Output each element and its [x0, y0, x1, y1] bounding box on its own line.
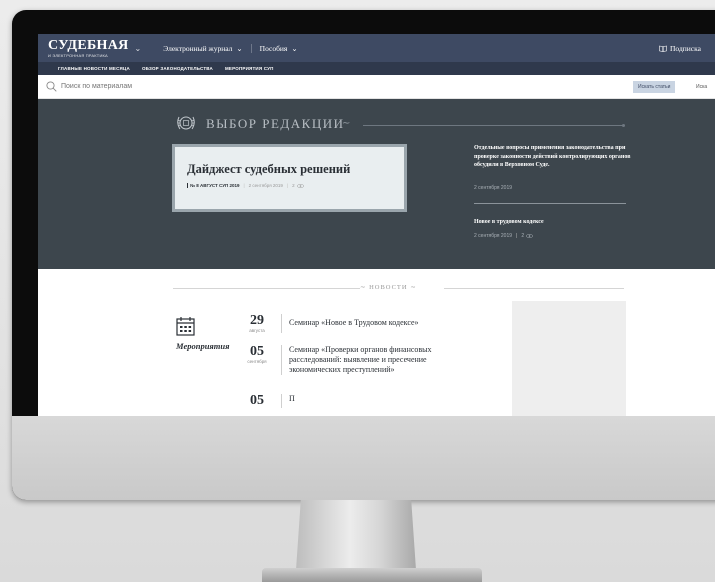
menu-item-label: Электронный журнал — [163, 43, 233, 53]
event-item[interactable]: 05 сентября Семинар «Проверки органов фи… — [240, 345, 479, 375]
nav-item-events[interactable]: МЕРОПРИЯТИЯ СУП — [225, 66, 274, 71]
search-articles-button[interactable]: Искать статьи — [633, 81, 676, 93]
event-divider — [281, 345, 282, 375]
event-item[interactable]: 29 августа Семинар «Новое в Трудовом код… — [240, 314, 479, 333]
editors-article-meta: 2 сентября 2019 | 2 — [474, 233, 534, 239]
event-month: августа — [249, 328, 265, 333]
title-divider — [363, 123, 625, 127]
menu-item-label: Пособия — [259, 43, 288, 53]
editors-article-date: 2 сентября 2019 — [474, 185, 513, 191]
nav-item-legislation-review[interactable]: ОБЗОР ЗАКОНОДАТЕЛЬСТВА — [142, 66, 213, 71]
book-icon — [659, 45, 667, 52]
chevron-down-icon: ⌄ — [291, 43, 298, 53]
ad-placeholder — [512, 301, 626, 416]
event-day: 05 — [250, 393, 264, 408]
article-views: 2 — [521, 233, 525, 239]
editors-article-title[interactable]: Отдельные вопросы применения законодател… — [474, 144, 632, 170]
subscribe-link[interactable]: Подписка — [659, 44, 701, 53]
chevron-down-icon[interactable]: ⌄ — [135, 44, 142, 53]
menu-item-manuals[interactable]: Пособия ⌄ — [250, 43, 306, 53]
event-date: 05 — [240, 394, 274, 408]
event-month: сентября — [247, 359, 267, 364]
card-views: 2 — [292, 183, 295, 188]
news-title: ∼ НОВОСТИ ∼ — [360, 284, 417, 291]
top-menu: Электронный журнал ⌄ Пособия ⌄ — [155, 43, 306, 53]
event-day: 05 — [250, 344, 264, 359]
event-divider — [281, 394, 282, 408]
event-title[interactable]: П — [289, 394, 479, 408]
section-divider — [444, 288, 624, 289]
featured-card[interactable]: Дайджест судебных решений № 8 АВГУСТ СУП… — [172, 144, 407, 212]
event-date: 05 сентября — [240, 345, 274, 375]
monitor-base — [262, 568, 482, 582]
main-nav: ГЛАВНЫЕ НОВОСТИ МЕСЯЦА ОБЗОР ЗАКОНОДАТЕЛ… — [38, 62, 715, 75]
event-date: 29 августа — [240, 313, 274, 334]
decorative-squiggle: ∼ — [342, 118, 351, 129]
editors-choice-title: ВЫБОР РЕДАКЦИИ — [206, 116, 345, 131]
eye-icon — [296, 183, 304, 188]
site-header: СУДЕБНАЯ И ЭЛЕКТРОННАЯ ПРАКТИКА ⌄ Электр… — [38, 34, 715, 62]
featured-card-title[interactable]: Дайджест судебных решений — [187, 162, 350, 177]
search-input[interactable] — [61, 83, 361, 90]
search-bar: Искать статьи Иска — [38, 75, 715, 99]
chevron-down-icon: ⌄ — [236, 43, 243, 53]
event-title[interactable]: Семинар «Проверки органов финансовых рас… — [289, 345, 479, 375]
subscribe-label: Подписка — [670, 43, 701, 53]
event-title[interactable]: Семинар «Новое в Трудовом кодексе» — [289, 314, 479, 333]
site-logo[interactable]: СУДЕБНАЯ И ЭЛЕКТРОННАЯ ПРАКТИКА — [48, 37, 129, 58]
event-day: 29 — [250, 313, 264, 328]
card-date: 2 сентября 2019 — [248, 183, 283, 188]
featured-card-meta: № 8 АВГУСТ СУП 2019 | 2 сентября 2019 | … — [187, 183, 304, 188]
meta-separator: | — [243, 183, 245, 188]
issue-badge: № 8 АВГУСТ СУП 2019 — [187, 183, 240, 188]
menu-item-journal[interactable]: Электронный журнал ⌄ — [155, 44, 250, 53]
monitor-chin — [12, 416, 715, 500]
event-item[interactable]: 05 П — [240, 394, 479, 408]
editors-choice-section: ВЫБОР РЕДАКЦИИ ∼ Дайджест судебных решен… — [38, 99, 715, 269]
screen: СУДЕБНАЯ И ЭЛЕКТРОННАЯ ПРАКТИКА ⌄ Электр… — [38, 34, 715, 416]
monitor-stand — [296, 500, 416, 570]
article-divider — [474, 203, 626, 204]
eye-icon — [526, 234, 534, 238]
editors-article-date: 2 сентября 2019 — [474, 233, 513, 239]
news-section: ∼ НОВОСТИ ∼ Мероприятия 29 августа Семин… — [38, 269, 715, 416]
editors-article-title[interactable]: Новое в трудовом кодексе — [474, 219, 544, 225]
search-secondary-button[interactable]: Иска — [696, 84, 707, 90]
logo-sub-text: И ЭЛЕКТРОННАЯ ПРАКТИКА — [48, 52, 108, 58]
events-label[interactable]: Мероприятия — [176, 341, 230, 351]
meta-separator: | — [286, 183, 289, 188]
laurel-emblem-icon — [177, 116, 195, 130]
calendar-icon — [176, 317, 195, 336]
section-divider — [173, 288, 360, 289]
nav-item-main-news[interactable]: ГЛАВНЫЕ НОВОСТИ МЕСЯЦА — [58, 66, 130, 71]
event-divider — [281, 314, 282, 333]
meta-separator: | — [516, 233, 518, 239]
search-icon — [46, 81, 57, 92]
logo-main-text: СУДЕБНАЯ — [48, 37, 129, 53]
